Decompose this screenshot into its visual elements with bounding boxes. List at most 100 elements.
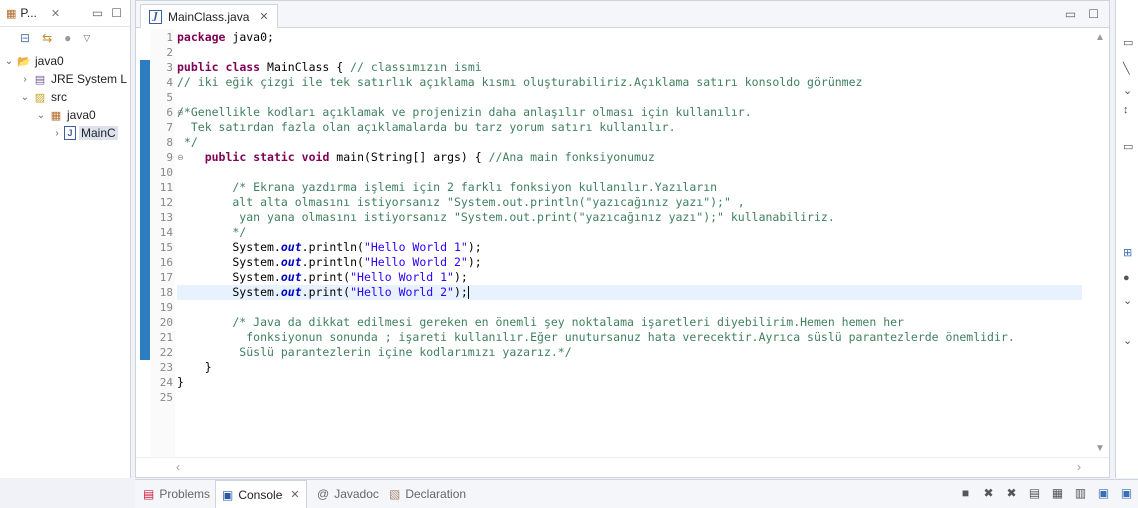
code-line[interactable]: System.out.print("Hello World 2"); [177, 285, 1082, 300]
focus-icon[interactable]: ● [64, 31, 71, 45]
minimize-icon[interactable]: ▭ [92, 6, 103, 20]
code-line[interactable]: } [177, 375, 1082, 390]
outline-icon[interactable]: ▭ [1123, 36, 1133, 49]
chevron-down-icon[interactable]: ⌄ [36, 110, 46, 121]
code-token: System. [177, 285, 281, 299]
code-lines[interactable]: package java0; public class MainClass { /… [177, 29, 1082, 457]
display-console-icon[interactable]: ▣ [1119, 486, 1134, 500]
code-line[interactable]: yan yana olmasını istiyorsanız "System.o… [177, 210, 1082, 225]
code-line[interactable] [177, 90, 1082, 105]
code-token: /*Genellikle kodları açıklamak ve projen… [177, 105, 752, 119]
tree-item[interactable]: › ▤ JRE System L [0, 70, 130, 88]
declaration-icon: ▧ [389, 487, 401, 501]
project-icon: 📂 [17, 55, 31, 68]
word-wrap-icon[interactable]: ▥ [1073, 486, 1088, 500]
chevron-down-icon[interactable]: ⌄ [20, 92, 30, 103]
code-line[interactable]: System.out.print("Hello World 1"); [177, 270, 1082, 285]
code-line[interactable]: System.out.println("Hello World 1"); [177, 240, 1082, 255]
code-token: class [225, 60, 261, 74]
code-token: yan yana olmasını istiyorsanız "System.o… [177, 210, 835, 224]
minimize-icon[interactable]: ▭ [1065, 7, 1076, 21]
scroll-right-icon[interactable]: › [1077, 460, 1081, 474]
close-tab-icon[interactable]: ✕ [259, 10, 268, 23]
code-line[interactable]: public static void main(String[] args) {… [177, 150, 1082, 165]
code-line[interactable]: Süslü parantezlerin içine kodlarımızı ya… [177, 345, 1082, 360]
code-line[interactable]: package java0; [177, 30, 1082, 45]
code-line[interactable]: */ [177, 135, 1082, 150]
code-line[interactable] [177, 45, 1082, 60]
scroll-lock-icon[interactable]: ▦ [1050, 486, 1065, 500]
code-line[interactable]: /* Ekrana yazdırma işlemi için 2 farklı … [177, 180, 1082, 195]
collapse-all-icon[interactable]: ⊟ [20, 31, 30, 45]
sort-icon[interactable]: ↕ [1123, 104, 1129, 116]
package-explorer-view: ▦ P... ✕ ▭ ☐ ⊟ ⇆ ● ▽ ⌄ 📂 java0 › ▤ JRE System… [0, 0, 131, 478]
code-line[interactable] [177, 390, 1082, 405]
code-token: ); [453, 270, 468, 284]
maximize-icon[interactable]: ☐ [111, 6, 122, 20]
chevron-down-icon[interactable]: ⌄ [1123, 334, 1132, 347]
remove-all-launches-icon[interactable]: ✖ [1004, 486, 1019, 500]
code-token: ); [467, 255, 482, 269]
code-line[interactable]: Tek satırdan fazla olan açıklamalarda bu… [177, 120, 1082, 135]
code-line[interactable]: public class MainClass { // classımızın … [177, 60, 1082, 75]
tab-declaration[interactable]: ▧ Declaration [383, 480, 472, 508]
tree-item[interactable]: › J MainC [0, 124, 130, 142]
tree-item[interactable]: ⌄ 📂 java0 [0, 52, 130, 70]
scroll-down-icon[interactable]: ▼ [1095, 443, 1105, 454]
code-token: .println( [301, 240, 364, 254]
close-icon[interactable]: ✕ [51, 7, 60, 20]
code-line[interactable]: } [177, 360, 1082, 375]
scroll-up-icon[interactable]: ▲ [1095, 32, 1105, 43]
code-line[interactable]: fonksiyonun sonunda ; işareti kullanılır… [177, 330, 1082, 345]
view-menu-icon[interactable]: ▽ [83, 33, 90, 44]
line-number: 20 [159, 316, 173, 329]
eclipse-window: ▦ P... ✕ ▭ ☐ ⊟ ⇆ ● ▽ ⌄ 📂 java0 › ▤ JRE System… [0, 0, 1138, 508]
console-toolbar: ■ ✖ ✖ ▤ ▦ ▥ ▣ ▣ [958, 486, 1134, 500]
maximize-icon[interactable]: ☐ [1088, 7, 1099, 21]
tree-item[interactable]: ⌄ ▦ java0 [0, 106, 130, 124]
panel-icon[interactable]: ▭ [1123, 140, 1133, 153]
terminate-icon[interactable]: ■ [958, 486, 973, 500]
code-area[interactable]: 1 2 3 4 5 6 ⊖ 7 8 9 ⊖ 10 11 12 13 14 15 16 17 18 19 20 21 22 23 2… [136, 29, 1109, 457]
code-line[interactable] [177, 300, 1082, 315]
scroll-left-icon[interactable]: ‹ [176, 460, 180, 474]
line-number: 16 [159, 256, 173, 269]
tab-console[interactable]: ▣ Console ✕ [215, 480, 307, 508]
remove-launch-icon[interactable]: ✖ [981, 486, 996, 500]
chevron-down-icon[interactable]: ⌄ [4, 56, 14, 67]
horizontal-scrollbar[interactable]: ‹ › [136, 457, 1109, 477]
tree-item-label: java0 [67, 108, 96, 122]
clear-console-icon[interactable]: ▤ [1027, 486, 1042, 500]
link-with-editor-icon[interactable]: ⇆ [42, 31, 52, 45]
code-token: } [177, 360, 212, 374]
vertical-scrollbar[interactable]: ▲ ▼ [1091, 29, 1109, 457]
javadoc-icon: @ [317, 487, 330, 501]
line-number: 2 [166, 46, 173, 59]
chevron-down-icon[interactable]: ⌄ [1123, 294, 1132, 307]
hierarchy-icon[interactable]: ⊞ [1123, 246, 1132, 259]
chevron-right-icon[interactable]: › [20, 74, 30, 85]
editor-tab-mainclass[interactable]: J MainClass.java ✕ [140, 4, 278, 28]
code-line[interactable]: /*Genellikle kodları açıklamak ve projen… [177, 105, 1082, 120]
code-line[interactable]: System.out.println("Hello World 2"); [177, 255, 1082, 270]
java-file-icon: J [149, 9, 162, 24]
library-icon: ▤ [34, 73, 46, 86]
tree-item[interactable]: ⌄ ▨ src [0, 88, 130, 106]
code-line[interactable]: alt alta olmasını istiyorsanız "System.o… [177, 195, 1082, 210]
chevron-right-icon[interactable]: › [52, 128, 62, 139]
task-icon[interactable]: ╲ [1123, 62, 1130, 75]
code-line[interactable]: /* Java da dikkat edilmesi gereken en ön… [177, 315, 1082, 330]
code-line[interactable]: // iki eğik çizgi ile tek satırlık açıkl… [177, 75, 1082, 90]
code-token: "Hello World 2" [350, 285, 454, 299]
tab-javadoc[interactable]: @ Javadoc [311, 480, 385, 508]
package-explorer-tab[interactable]: ▦ P... ✕ ▭ ☐ [0, 0, 130, 27]
code-line[interactable]: */ [177, 225, 1082, 240]
editor-tab-label: MainClass.java [168, 9, 250, 24]
pin-console-icon[interactable]: ▣ [1096, 486, 1111, 500]
code-line[interactable] [177, 165, 1082, 180]
line-number: 10 [159, 166, 173, 179]
chevron-down-icon[interactable]: ⌄ [1123, 84, 1132, 97]
close-tab-icon[interactable]: ✕ [290, 488, 299, 501]
tab-problems[interactable]: ▤ Problems [137, 480, 216, 508]
gear-icon[interactable]: ● [1123, 272, 1130, 284]
